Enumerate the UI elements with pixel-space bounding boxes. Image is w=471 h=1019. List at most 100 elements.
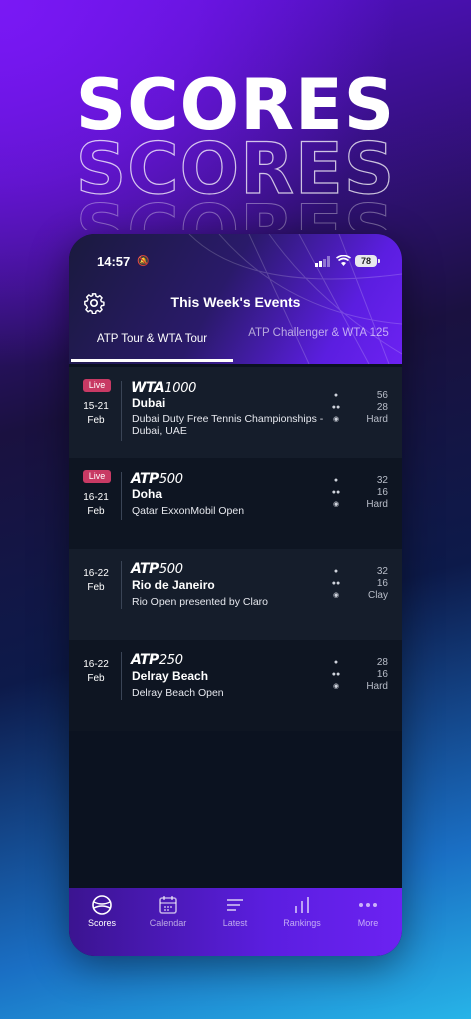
event-tournament-name: Delray Beach Open: [132, 687, 224, 699]
event-dates: 16-22 Feb: [75, 567, 117, 595]
draw-stat-icons: ● ●● ◉: [330, 390, 342, 426]
date-divider: [121, 561, 122, 609]
live-badge: Live: [83, 470, 111, 483]
draw-stat-values: 28 16 Hard: [348, 657, 388, 693]
event-dates: 15-21 Feb: [75, 400, 117, 428]
doubles-players-icon: ●●: [331, 671, 341, 678]
bar-chart-icon: [295, 897, 309, 913]
tab-challenger-wta125[interactable]: ATP Challenger & WTA 125: [237, 326, 400, 360]
event-date-range: 16-21: [83, 492, 109, 503]
court-surface: Hard: [366, 681, 388, 692]
draw-stat-values: 32 16 Hard: [348, 475, 388, 511]
singles-player-icon: ●: [333, 568, 339, 575]
tabbar-label: Latest: [222, 918, 248, 928]
doubles-draw-size: 28: [376, 402, 388, 413]
event-tournament-name: Dubai Duty Free Tennis Championships - D…: [132, 413, 324, 437]
doubles-draw-size: 16: [376, 578, 388, 589]
more-dots-icon: [359, 903, 377, 907]
screen-header: 14:57 🔕 78 This Week's Events ATP Tour &…: [69, 234, 402, 364]
hero-heading: SCORES SCORES SCORES: [0, 70, 471, 230]
singles-draw-size: 32: [376, 475, 388, 486]
calendar-icon: [159, 896, 177, 914]
tabbar-more[interactable]: More: [335, 888, 401, 956]
doubles-players-icon: ●●: [331, 404, 341, 411]
event-city: Rio de Janeiro: [132, 578, 215, 592]
tennis-ball-icon: [92, 895, 112, 915]
active-tab-indicator: [71, 359, 233, 362]
singles-draw-size: 28: [376, 657, 388, 668]
event-row[interactable]: 16-22 Feb ATP250 Delray Beach Delray Bea…: [69, 640, 402, 731]
singles-draw-size: 56: [376, 390, 388, 401]
surface-ball-icon: ◉: [332, 683, 340, 690]
bell-muted-icon: 🔕: [137, 256, 150, 267]
surface-ball-icon: ◉: [332, 592, 340, 599]
court-surface: Clay: [367, 590, 388, 601]
doubles-draw-size: 16: [376, 669, 388, 680]
singles-player-icon: ●: [333, 392, 339, 399]
tour-level: 500: [158, 472, 183, 487]
tour-name: WTA: [131, 380, 165, 396]
event-month: Feb: [87, 415, 105, 426]
tour-logo: ATP500: [131, 558, 183, 577]
status-time: 14:57: [97, 254, 131, 269]
tabbar-calendar[interactable]: Calendar: [135, 888, 201, 956]
page-title: This Week's Events: [170, 294, 301, 310]
tour-logo: WTA1000: [131, 377, 196, 396]
draw-stat-values: 56 28 Hard: [348, 390, 388, 426]
draw-stat-icons: ● ●● ◉: [330, 657, 342, 693]
draw-stat-icons: ● ●● ◉: [330, 475, 342, 511]
event-month: Feb: [87, 506, 105, 517]
singles-player-icon: ●: [333, 477, 339, 484]
wifi-icon: [336, 255, 351, 266]
tabbar-rankings[interactable]: Rankings: [269, 888, 335, 956]
tabbar-label: Rankings: [283, 918, 321, 928]
event-month: Feb: [87, 673, 105, 684]
tour-name: ATP: [131, 652, 159, 668]
date-divider: [121, 381, 122, 441]
tabbar-label: Calendar: [149, 918, 187, 928]
event-month: Feb: [87, 582, 105, 593]
status-bar: 14:57 🔕 78: [69, 254, 402, 270]
event-tournament-name: Qatar ExxonMobil Open: [132, 505, 245, 517]
battery-nub: [378, 259, 380, 263]
live-badge: Live: [83, 379, 111, 392]
singles-draw-size: 32: [376, 566, 388, 577]
event-date-range: 15-21: [83, 401, 109, 412]
event-row[interactable]: 16-22 Feb ATP500 Rio de Janeiro Rio Open…: [69, 549, 402, 640]
phone-screen: 14:57 🔕 78 This Week's Events ATP Tour &…: [69, 234, 402, 956]
event-city: Delray Beach: [132, 669, 209, 683]
surface-ball-icon: ◉: [332, 416, 340, 423]
draw-stat-values: 32 16 Clay: [348, 566, 388, 602]
tour-logo: ATP250: [131, 649, 183, 668]
bottom-tab-bar: Scores Calendar Latest Rankings More: [69, 888, 402, 956]
tabbar-scores[interactable]: Scores: [69, 888, 135, 956]
singles-player-icon: ●: [333, 659, 339, 666]
battery-indicator: 78: [355, 255, 377, 267]
court-surface: Hard: [366, 499, 388, 510]
tabbar-latest[interactable]: Latest: [202, 888, 268, 956]
event-date-range: 16-22: [83, 568, 109, 579]
event-date-range: 16-22: [83, 659, 109, 670]
doubles-players-icon: ●●: [331, 489, 341, 496]
tabbar-label: More: [357, 918, 379, 928]
date-divider: [121, 652, 122, 700]
hero-title-outline: SCORES: [75, 128, 396, 210]
event-row[interactable]: Live 16-21 Feb ATP500 Doha Qatar ExxonMo…: [69, 458, 402, 549]
event-row[interactable]: Live 15-21 Feb WTA1000 Dubai Dubai Duty …: [69, 367, 402, 458]
event-city: Doha: [132, 487, 162, 501]
event-dates: 16-21 Feb: [75, 491, 117, 519]
event-city: Dubai: [132, 396, 166, 410]
tour-logo: ATP500: [131, 468, 183, 487]
event-tournament-name: Rio Open presented by Claro: [132, 596, 268, 608]
tour-level: 1000: [164, 381, 197, 396]
hero-title-outline-faint: SCORES: [0, 200, 471, 230]
cellular-signal-icon: [315, 256, 330, 267]
surface-ball-icon: ◉: [332, 501, 340, 508]
tabbar-label: Scores: [87, 918, 116, 928]
lines-icon: [227, 899, 243, 911]
date-divider: [121, 472, 122, 520]
tour-level: 250: [158, 653, 183, 668]
event-dates: 16-22 Feb: [75, 658, 117, 686]
doubles-players-icon: ●●: [331, 580, 341, 587]
doubles-draw-size: 16: [376, 487, 388, 498]
